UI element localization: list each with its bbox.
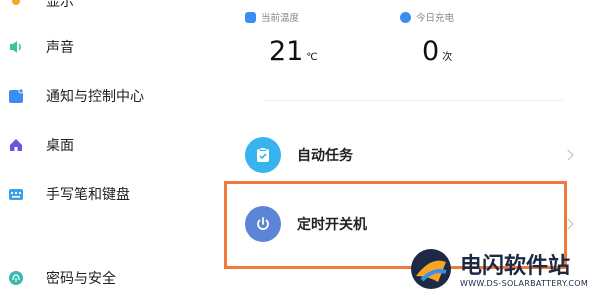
watermark-title: 电闪软件站 [460,253,571,279]
watermark: 电闪软件站 WWW.DS-SOLARBATTERY.COM [408,246,588,296]
auto-task-row[interactable]: 自动任务 [245,131,590,179]
battery-icon [400,11,411,23]
charge-value: 0 [422,36,440,67]
thermometer-icon [245,11,256,23]
sidebar-item-password-security[interactable]: 密码与安全 [8,265,116,291]
keyboard-icon [8,186,24,202]
home-icon [8,137,24,153]
sidebar-item-notifications[interactable]: 通知与控制中心 [8,83,144,109]
charge-label: 今日充电 [416,13,455,24]
charge-unit: 次 [442,52,453,63]
auto-task-label: 自动任务 [297,148,353,164]
lightning-logo-icon [408,246,454,296]
sidebar-item-label: 声音 [46,40,74,56]
charge-count-stat: 今日充电 0次 [400,10,455,67]
temperature-stat: 当前温度 21 ℃ [245,10,318,67]
notification-icon [8,88,24,104]
sidebar-item-stylus-keyboard[interactable]: 手写笔和键盘 [8,181,130,207]
sun-icon [8,0,24,9]
sidebar-item-sound[interactable]: 声音 [8,34,74,60]
clipboard-check-icon [245,137,281,173]
sidebar-item-display[interactable]: 显示 [8,0,74,14]
temperature-value: 21 [269,36,304,67]
chevron-right-icon [562,149,574,161]
sidebar-item-label: 密码与安全 [46,271,116,287]
sidebar-item-desktop[interactable]: 桌面 [8,132,74,158]
sidebar-item-label: 通知与控制中心 [46,89,144,105]
divider [263,100,563,101]
temperature-unit: ℃ [306,52,318,63]
temperature-label: 当前温度 [261,13,300,24]
sidebar-item-label: 手写笔和键盘 [46,187,130,203]
fingerprint-icon [8,270,24,286]
watermark-subtitle: WWW.DS-SOLARBATTERY.COM [460,278,589,288]
sidebar-item-label: 桌面 [46,138,74,154]
sidebar-item-label: 显示 [46,0,74,10]
speaker-icon [8,39,24,55]
settings-sidebar: 显示 声音 通知与控制中心 桌面 手写笔和键盘 密码与安全 [0,0,215,297]
